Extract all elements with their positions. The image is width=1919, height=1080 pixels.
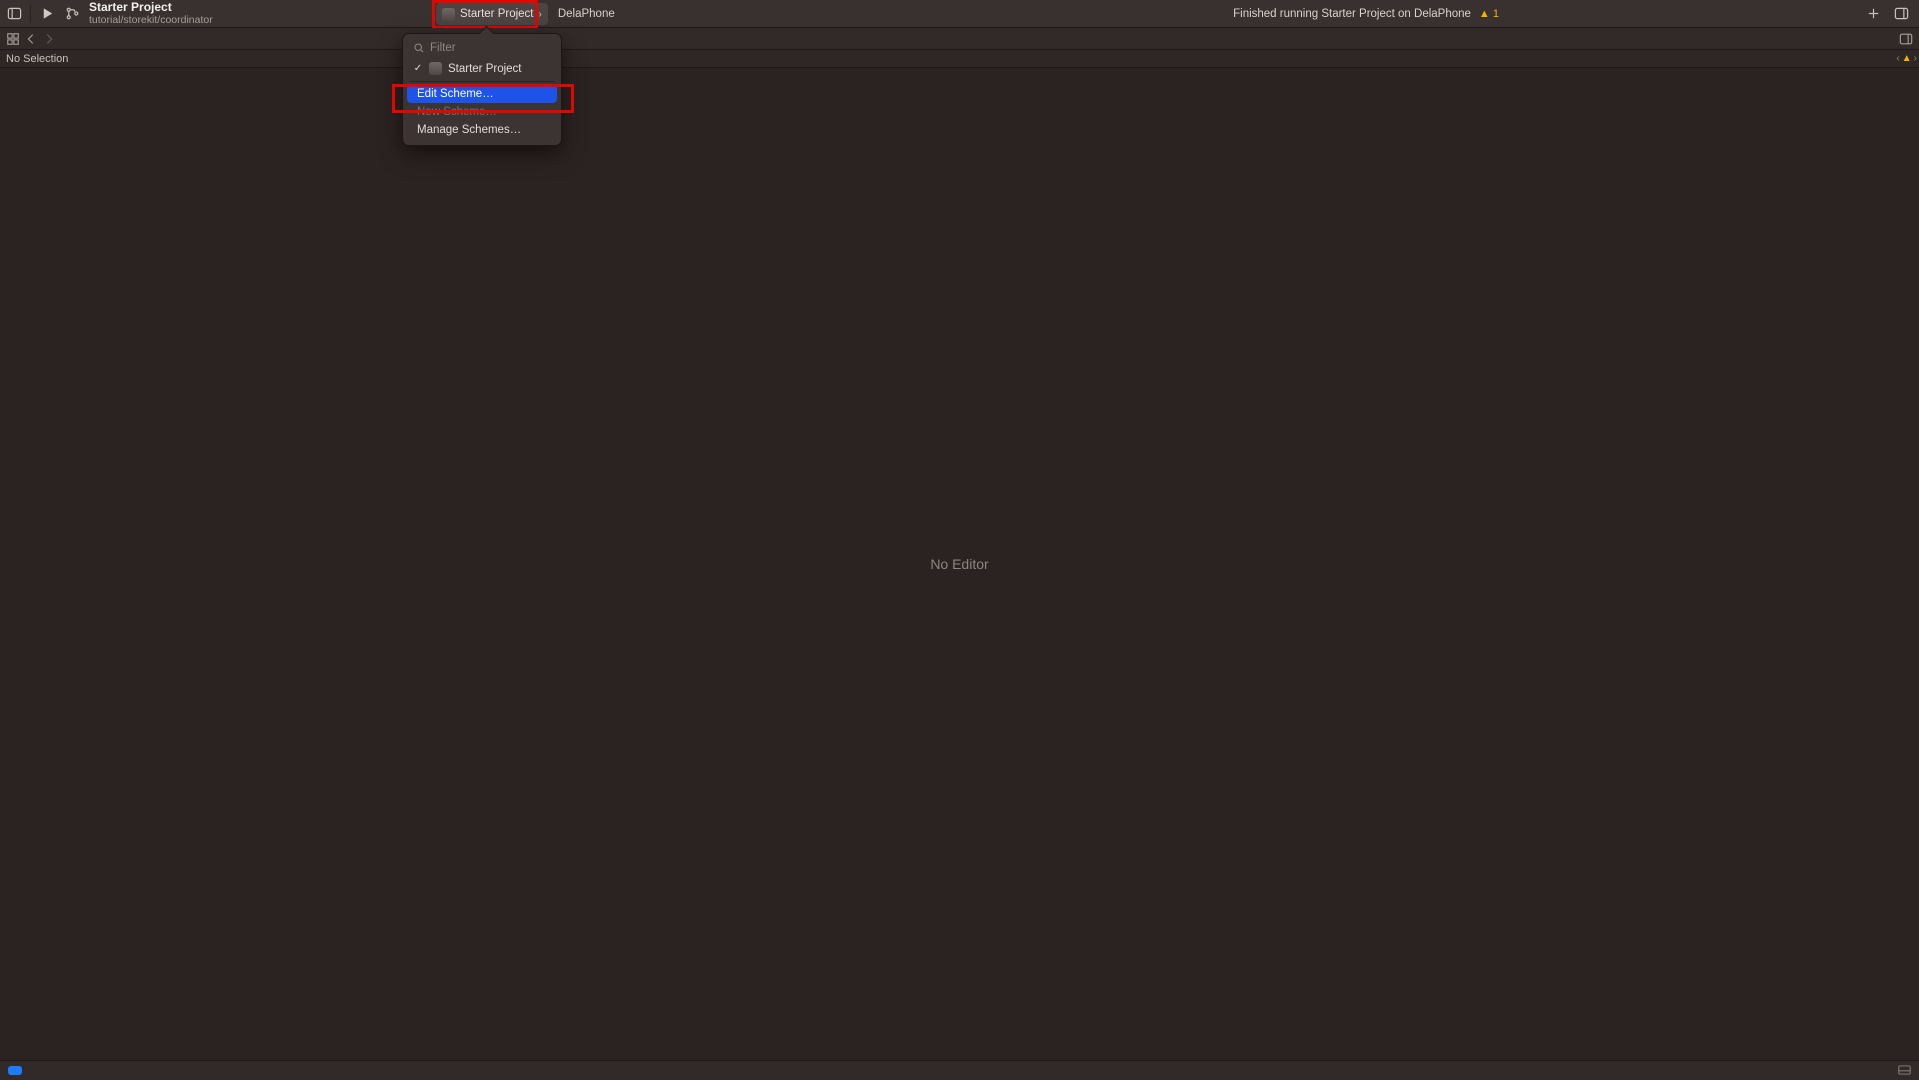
toolbar-right-group [1859, 0, 1919, 28]
destination-selector-button[interactable]: DelaPhone [558, 8, 615, 20]
warning-badge[interactable]: ▲ 1 [1479, 8, 1499, 20]
status-text: Finished running Starter Project on Dela… [1233, 8, 1471, 20]
bottom-bar [0, 1060, 1919, 1080]
scheme-dropdown-popover: Filter ✓ Starter Project Edit Scheme… Ne… [402, 33, 562, 146]
separator [30, 5, 31, 23]
editor-tab-bar [0, 28, 1919, 50]
warning-icon[interactable]: ▲ [1902, 53, 1912, 64]
chevron-right-icon: › [539, 9, 542, 20]
app-icon [429, 62, 442, 75]
main-toolbar: Starter Project tutorial/storekit/coordi… [0, 0, 1919, 28]
library-button[interactable] [1887, 0, 1915, 28]
editor-placeholder: No Editor [930, 556, 988, 572]
chevron-left-icon[interactable]: ‹ [1896, 53, 1899, 64]
run-button[interactable] [33, 0, 61, 28]
add-button[interactable] [1859, 0, 1887, 28]
debug-indicator[interactable] [8, 1066, 22, 1075]
editor-area: No Editor [0, 68, 1919, 1060]
project-subtitle: tutorial/storekit/coordinator [89, 14, 213, 26]
scheme-label: Starter Project [460, 8, 534, 20]
edit-scheme-menu-item[interactable]: Edit Scheme… [407, 85, 557, 103]
toggle-left-panel-button[interactable] [0, 0, 28, 28]
adjust-editor-options-button[interactable] [1897, 32, 1915, 46]
nav-forward-button[interactable] [40, 32, 58, 46]
manage-schemes-menu-item[interactable]: Manage Schemes… [407, 121, 557, 139]
filter-placeholder: Filter [430, 42, 456, 54]
scheme-selector-button[interactable]: Starter Project › [436, 3, 548, 25]
scheme-filter-field[interactable]: Filter [407, 39, 557, 59]
breadcrumb-bar: No Selection ‹ ▲ › [0, 50, 1919, 68]
new-scheme-menu-item[interactable]: New Scheme… [407, 103, 557, 121]
nav-back-button[interactable] [22, 32, 40, 46]
toggle-debug-area-button[interactable] [1898, 1062, 1911, 1080]
menu-item-label: Edit Scheme… [417, 88, 494, 100]
scheme-item-starter-project[interactable]: ✓ Starter Project [407, 59, 557, 78]
chevron-right-icon[interactable]: › [1914, 53, 1917, 64]
app-icon [442, 8, 455, 21]
destination-label: DelaPhone [558, 8, 615, 20]
scheme-item-label: Starter Project [448, 63, 522, 75]
project-title: Starter Project tutorial/storekit/coordi… [89, 1, 213, 27]
project-name: Starter Project [89, 1, 213, 15]
activity-status: Finished running Starter Project on Dela… [1233, 0, 1499, 28]
related-items-button[interactable] [4, 32, 22, 46]
filter-icon [413, 42, 425, 54]
scheme-destination-group: Starter Project › DelaPhone [436, 0, 615, 28]
menu-divider [409, 81, 555, 82]
breadcrumb-text: No Selection [6, 53, 68, 65]
checkmark-icon: ✓ [413, 63, 423, 74]
menu-item-label: New Scheme… [417, 106, 497, 118]
menu-item-label: Manage Schemes… [417, 124, 521, 136]
source-control-button[interactable] [61, 0, 83, 28]
